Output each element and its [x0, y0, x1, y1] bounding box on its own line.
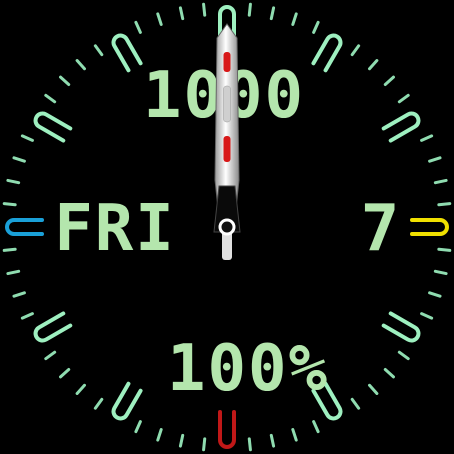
- watch-face: 1000 FRI 7 100%: [0, 0, 454, 454]
- hand-accent-top: [223, 52, 231, 72]
- minute-tick: [202, 2, 207, 17]
- minute-tick: [437, 247, 452, 252]
- minute-tick: [437, 202, 452, 207]
- minute-tick: [2, 202, 17, 207]
- minute-tick: [247, 437, 252, 452]
- battery-percent: 100%: [167, 332, 329, 406]
- clock-hand-icon: [213, 23, 241, 260]
- minute-tick: [202, 437, 207, 452]
- minute-tick: [247, 2, 252, 17]
- hand-window: [223, 85, 231, 123]
- day-of-month: 7: [361, 192, 402, 266]
- hand-accent-bottom: [223, 136, 231, 162]
- minute-tick: [2, 247, 17, 252]
- weekday-label: FRI: [54, 192, 176, 266]
- hand-pivot: [218, 218, 236, 236]
